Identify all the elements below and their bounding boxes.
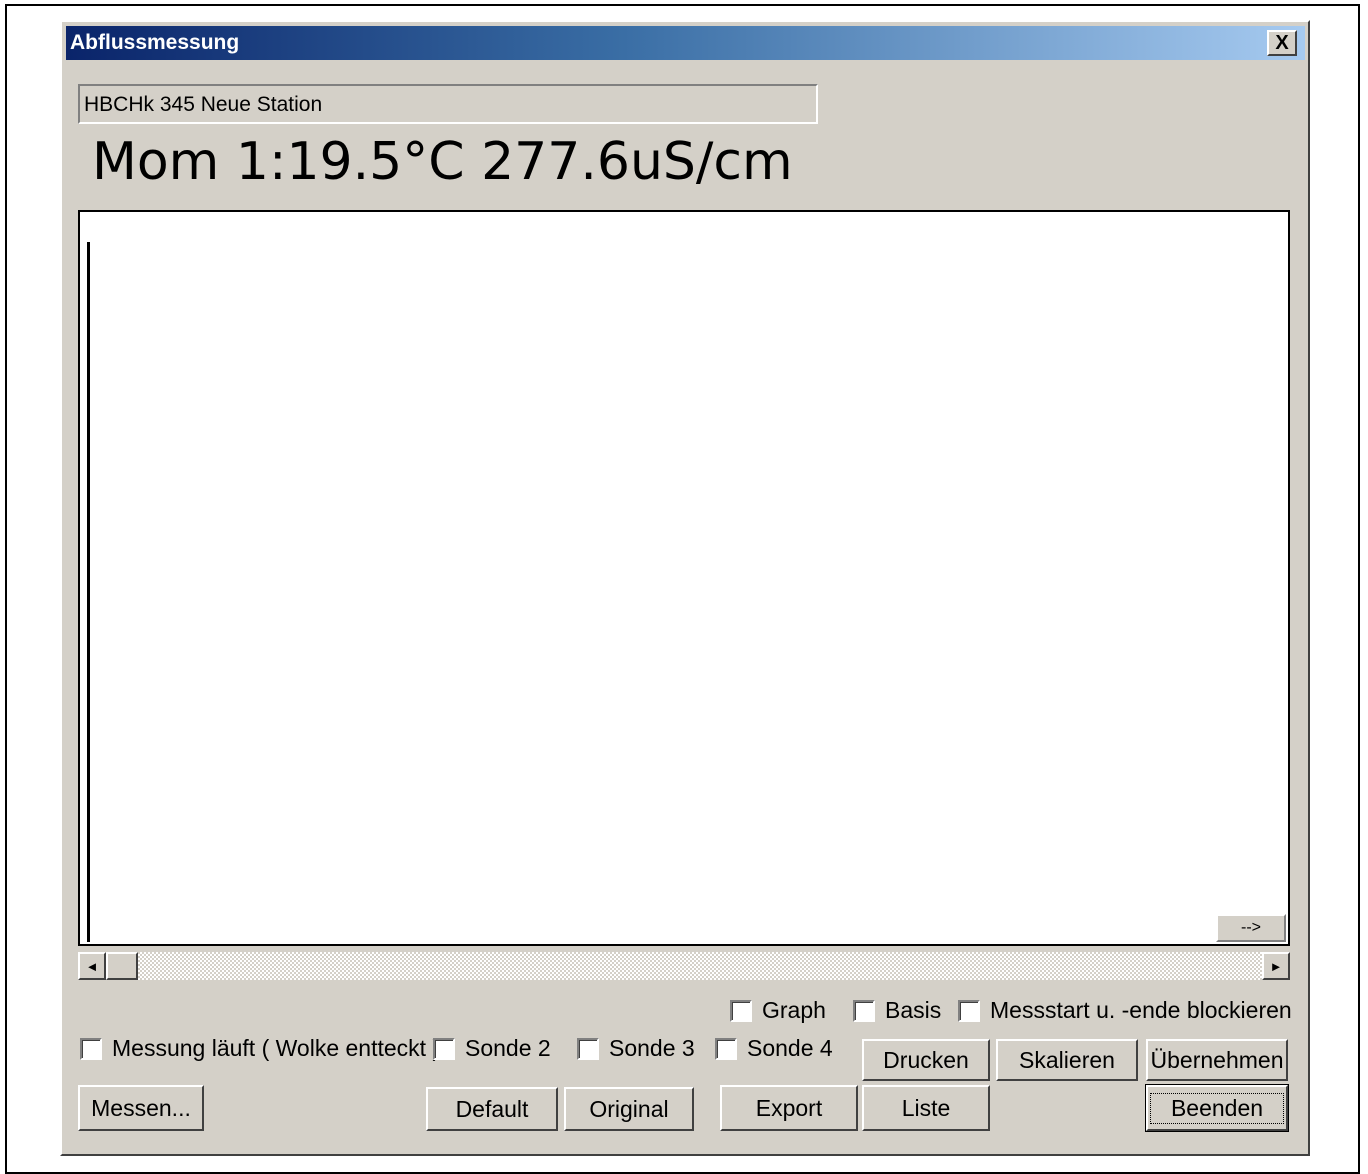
scroll-right-button[interactable]: ►	[1262, 952, 1290, 980]
uebernehmen-button[interactable]: Übernehmen	[1146, 1039, 1288, 1081]
left-arrow-icon: ◄	[85, 958, 99, 974]
station-field[interactable]: HBCHk 345 Neue Station	[78, 84, 818, 124]
drucken-button[interactable]: Drucken	[862, 1039, 990, 1081]
messstart-checkbox-label: Messstart u. -ende blockieren	[990, 997, 1292, 1023]
original-button[interactable]: Original	[564, 1087, 694, 1131]
messstart-checkbox[interactable]: Messstart u. -ende blockieren	[958, 997, 1292, 1024]
measurement-graph[interactable]: -->	[78, 210, 1290, 946]
sonde2-checkbox[interactable]: Sonde 2	[433, 1035, 551, 1062]
graph-next-button[interactable]: -->	[1216, 914, 1286, 942]
sonde4-checkbox[interactable]: Sonde 4	[715, 1035, 833, 1062]
scroll-thumb[interactable]	[106, 952, 138, 980]
checkbox-box[interactable]	[433, 1037, 455, 1060]
sonde3-checkbox-label: Sonde 3	[609, 1035, 695, 1061]
sonde4-checkbox-label: Sonde 4	[747, 1035, 833, 1061]
horizontal-scrollbar[interactable]: ◄ ►	[78, 952, 1290, 980]
graph-y-axis	[87, 242, 90, 942]
skalieren-button[interactable]: Skalieren	[996, 1039, 1138, 1081]
basis-checkbox-label: Basis	[885, 997, 942, 1023]
checkbox-box[interactable]	[853, 999, 875, 1022]
graph-checkbox[interactable]: Graph	[730, 997, 826, 1024]
close-icon: X	[1275, 32, 1289, 54]
window-title: Abflussmessung	[70, 31, 240, 54]
beenden-button[interactable]: Beenden	[1145, 1084, 1289, 1132]
checkbox-box[interactable]	[715, 1037, 737, 1060]
export-button[interactable]: Export	[720, 1085, 858, 1131]
messen-button[interactable]: Messen...	[78, 1085, 204, 1131]
sonde3-checkbox[interactable]: Sonde 3	[577, 1035, 695, 1062]
title-bar[interactable]: Abflussmessung X	[66, 26, 1305, 60]
beenden-button-label: Beenden	[1149, 1092, 1285, 1124]
basis-checkbox[interactable]: Basis	[853, 997, 941, 1024]
messung-laeuft-checkbox[interactable]: Messung läuft ( Wolke entteckt )	[80, 1035, 440, 1062]
close-button[interactable]: X	[1267, 30, 1297, 56]
liste-button[interactable]: Liste	[862, 1085, 990, 1131]
default-button[interactable]: Default	[426, 1087, 558, 1131]
sonde2-checkbox-label: Sonde 2	[465, 1035, 551, 1061]
checkbox-box[interactable]	[958, 999, 980, 1022]
checkbox-box[interactable]	[80, 1037, 102, 1060]
right-arrow-icon: ►	[1269, 958, 1283, 974]
scroll-left-button[interactable]: ◄	[78, 952, 106, 980]
checkbox-box[interactable]	[577, 1037, 599, 1060]
checkbox-box[interactable]	[730, 999, 752, 1022]
current-reading: Mom 1:19.5°C 277.6uS/cm	[92, 132, 793, 192]
messung-laeuft-checkbox-label: Messung läuft ( Wolke entteckt )	[112, 1035, 441, 1061]
abflussmessung-dialog: Abflussmessung X HBCHk 345 Neue Station …	[60, 20, 1310, 1156]
graph-checkbox-label: Graph	[762, 997, 826, 1023]
